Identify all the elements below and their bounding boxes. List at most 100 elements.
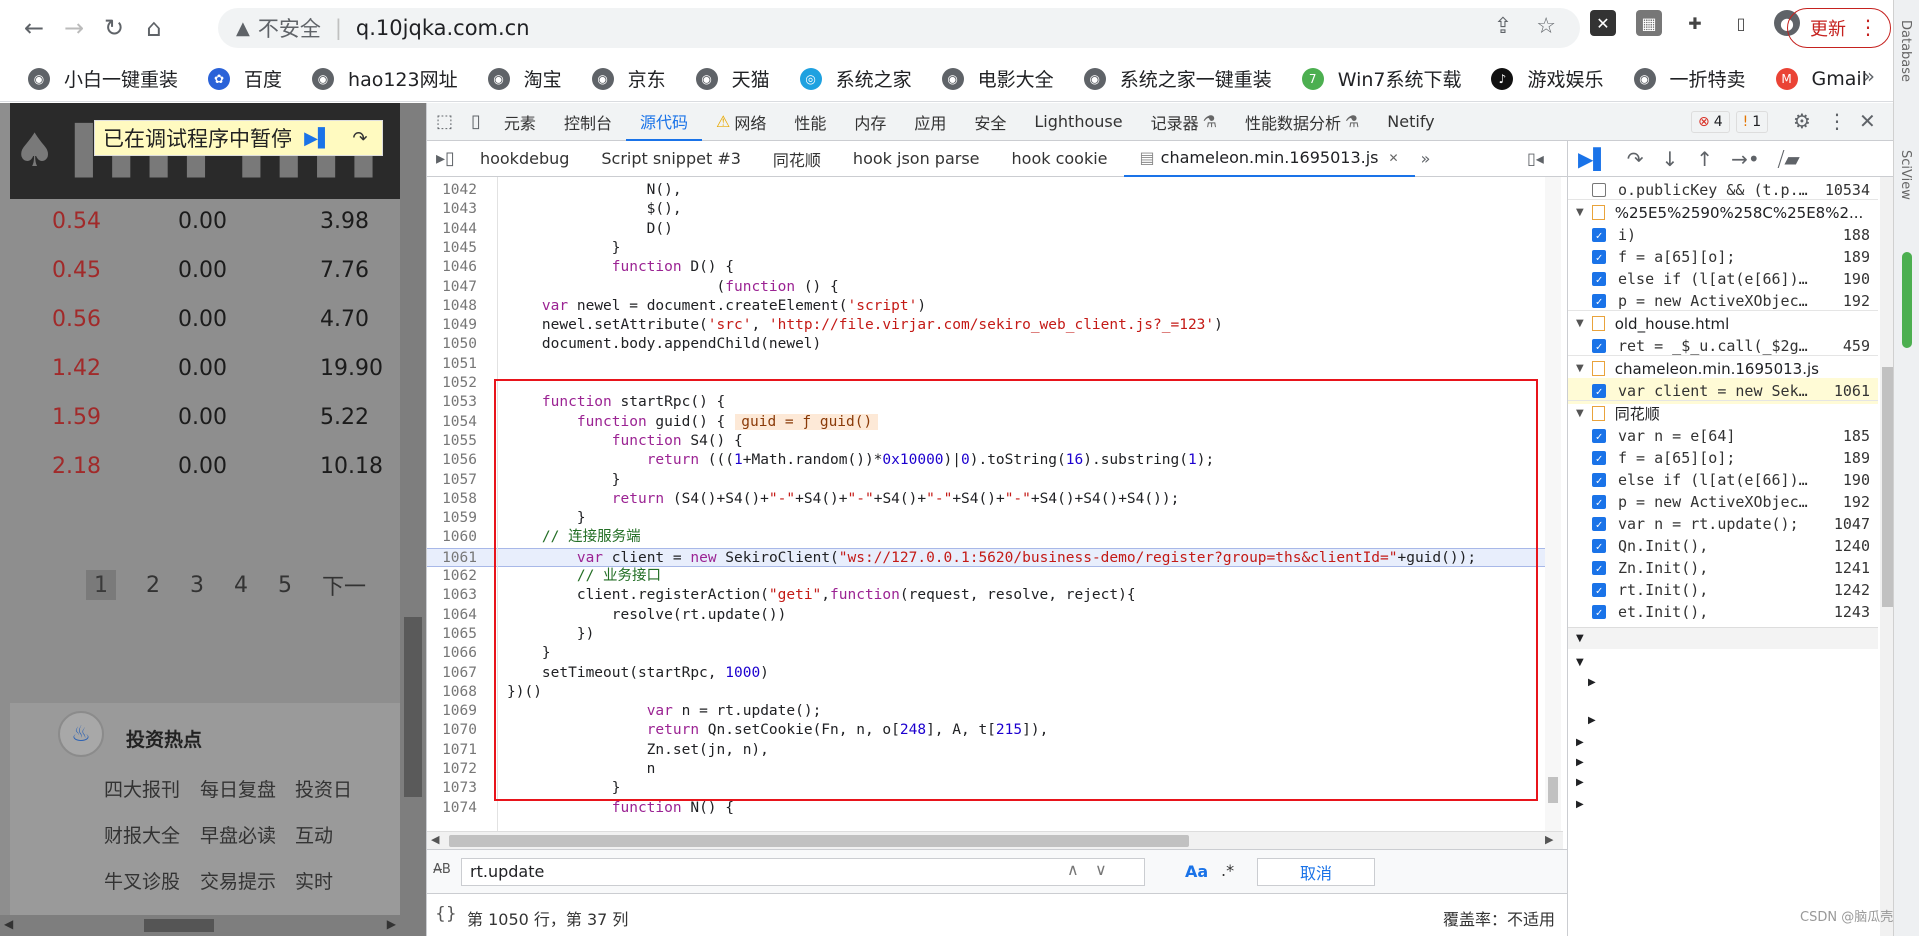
devtools-tab[interactable]: 元素 <box>490 103 550 141</box>
line-number[interactable]: 1059 <box>427 509 477 528</box>
line-number[interactable]: 1048 <box>427 297 477 316</box>
scope-row[interactable]: ▶ <box>1568 793 1878 815</box>
bookmark-item[interactable]: ◉ 淘宝 <box>487 65 562 92</box>
line-number[interactable]: 1063 <box>427 586 477 605</box>
breakpoint-checkbox[interactable]: ✓ <box>1592 539 1606 553</box>
more-options-icon[interactable]: ⋮ <box>1827 109 1847 133</box>
side-panel-icon[interactable]: ▯ <box>1728 10 1754 36</box>
extension-grid-icon[interactable]: ▦ <box>1636 10 1662 36</box>
address-bar[interactable]: ▲ 不安全 | q.10jqka.com.cn ⇪ ☆ <box>218 8 1580 48</box>
breakpoint-checkbox[interactable]: ✓ <box>1592 561 1606 575</box>
breakpoint-item[interactable]: ✓ et.Init(), 1243 <box>1568 599 1878 625</box>
code-vertical-scrollbar[interactable] <box>1545 177 1561 831</box>
page-link[interactable]: 下一 <box>322 569 366 601</box>
breakpoint-checkbox[interactable] <box>1592 183 1606 197</box>
hot-topic-link[interactable]: 每日复盘 <box>200 775 276 802</box>
extension-x-icon[interactable]: ✕ <box>1590 10 1616 36</box>
line-number[interactable]: 1060 <box>427 528 477 547</box>
expand-triangle-icon[interactable]: ▼ <box>1576 657 1584 668</box>
expand-triangle-icon[interactable]: ▶ <box>1576 777 1584 788</box>
expand-triangle-icon[interactable]: ▶ <box>1588 715 1596 726</box>
hot-topic-link[interactable]: 早盘必读 <box>200 821 276 848</box>
bookmark-item[interactable]: ◉ hao123网址 <box>312 65 458 92</box>
scroll-thumb[interactable] <box>1548 777 1558 803</box>
file-tab[interactable]: ▤ chameleon.min.1695013.js ✕ <box>1123 141 1415 177</box>
close-devtools-icon[interactable]: ✕ <box>1859 109 1876 133</box>
reload-icon[interactable]: ↻ <box>94 8 134 48</box>
code-editor[interactable]: 1042 N(), 1043 $(), 1044 D() 1045 } 1046 fun… <box>427 177 1549 831</box>
line-number[interactable]: 1074 <box>427 799 477 818</box>
expand-triangle-icon[interactable]: ▼ <box>1576 363 1584 374</box>
bookmark-item[interactable]: 7 Win7系统下载 <box>1301 65 1461 92</box>
file-tab[interactable]: hookdebug <box>464 141 585 177</box>
step-over-icon[interactable]: ↷ <box>1627 147 1644 171</box>
toggle-navigator-icon[interactable]: ▸▯ <box>427 148 464 169</box>
hot-topic-link[interactable]: 互动 <box>295 821 333 848</box>
line-number[interactable]: 1070 <box>427 721 477 740</box>
expand-triangle-icon[interactable]: ▼ <box>1576 408 1584 419</box>
regex-button[interactable]: .* <box>1221 861 1234 880</box>
update-button[interactable]: 更新 ⋮ <box>1787 8 1891 48</box>
bookmark-item[interactable]: M Gmail <box>1775 67 1867 90</box>
breakpoint-checkbox[interactable]: ✓ <box>1592 583 1606 597</box>
line-number[interactable]: 1065 <box>427 625 477 644</box>
settings-gear-icon[interactable]: ⚙ <box>1793 109 1811 133</box>
line-number[interactable]: 1067 <box>427 664 477 683</box>
expand-triangle-icon[interactable]: ▼ <box>1576 633 1584 644</box>
scroll-thumb[interactable] <box>449 835 1189 847</box>
scroll-right-icon[interactable]: ▶ <box>387 917 396 931</box>
search-cancel-button[interactable]: 取消 <box>1257 858 1375 886</box>
line-number[interactable]: 1055 <box>427 432 477 451</box>
expand-triangle-icon[interactable]: ▼ <box>1576 207 1584 218</box>
hot-topic-link[interactable]: 财报大全 <box>104 821 180 848</box>
line-number[interactable]: 1061 <box>427 549 477 568</box>
scope-row[interactable]: ▶ <box>1568 751 1878 773</box>
devtools-tab[interactable]: 控制台 <box>550 103 626 141</box>
hot-topic-link[interactable]: 牛叉诊股 <box>104 867 180 894</box>
pretty-print-icon[interactable]: {} <box>435 904 457 924</box>
devtools-tab[interactable]: Netify <box>1373 103 1448 141</box>
scope-row[interactable]: ▶ <box>1568 771 1878 793</box>
share-icon[interactable]: ⇪ <box>1494 14 1512 39</box>
bookmark-item[interactable]: ◉ 系统之家一键重装 <box>1083 65 1272 92</box>
scroll-thumb[interactable] <box>404 617 422 797</box>
scroll-right-icon[interactable]: ▶ <box>1545 833 1553 846</box>
scope-row[interactable]: ▼ <box>1568 651 1878 673</box>
line-number[interactable]: 1057 <box>427 471 477 490</box>
warning-badge[interactable]: ! 1 <box>1735 111 1769 133</box>
line-number[interactable]: 1071 <box>427 741 477 760</box>
breakpoint-checkbox[interactable]: ✓ <box>1592 495 1606 509</box>
breakpoint-checkbox[interactable]: ✓ <box>1592 384 1606 398</box>
star-bookmark-icon[interactable]: ☆ <box>1536 14 1556 39</box>
replace-toggle-icon[interactable]: A̶B <box>433 862 451 877</box>
line-number[interactable]: 1047 <box>427 278 477 297</box>
devtools-tab[interactable]: 记录器 ⚗ <box>1137 103 1231 141</box>
devtools-tab[interactable]: 内存 <box>840 103 900 141</box>
close-tab-icon[interactable]: ✕ <box>1389 151 1399 165</box>
scroll-thumb[interactable] <box>1882 367 1893 607</box>
line-number[interactable]: 1054 <box>427 413 477 432</box>
breakpoint-checkbox[interactable]: ✓ <box>1592 250 1606 264</box>
step-into-icon[interactable]: ↓ <box>1662 147 1679 171</box>
search-previous-icon[interactable]: ∧ <box>1067 860 1079 879</box>
breakpoint-checkbox[interactable]: ✓ <box>1592 605 1606 619</box>
page-link[interactable]: 1 <box>86 570 116 600</box>
line-number[interactable]: 1044 <box>427 220 477 239</box>
file-tab[interactable]: hook cookie <box>996 141 1124 177</box>
devtools-tab[interactable]: 安全 <box>960 103 1020 141</box>
hot-topic-link[interactable]: 交易提示 <box>200 867 276 894</box>
line-number[interactable]: 1050 <box>427 335 477 354</box>
expand-triangle-icon[interactable]: ▶ <box>1576 757 1584 768</box>
breakpoint-checkbox[interactable]: ✓ <box>1592 228 1606 242</box>
breakpoint-checkbox[interactable]: ✓ <box>1592 451 1606 465</box>
devtools-tab[interactable]: Lighthouse <box>1020 103 1136 141</box>
more-tabs-chevron-icon[interactable]: » <box>1421 149 1431 168</box>
device-toggle-icon[interactable]: ▯ <box>462 111 490 132</box>
breakpoint-checkbox[interactable]: ✓ <box>1592 517 1606 531</box>
page-vertical-scrollbar[interactable] <box>400 103 426 936</box>
line-number[interactable]: 1049 <box>427 316 477 335</box>
line-number[interactable]: 1051 <box>427 355 477 374</box>
line-number[interactable]: 1073 <box>427 779 477 798</box>
step-out-icon[interactable]: ↑ <box>1696 147 1713 171</box>
page-link[interactable]: 2 <box>146 573 160 598</box>
